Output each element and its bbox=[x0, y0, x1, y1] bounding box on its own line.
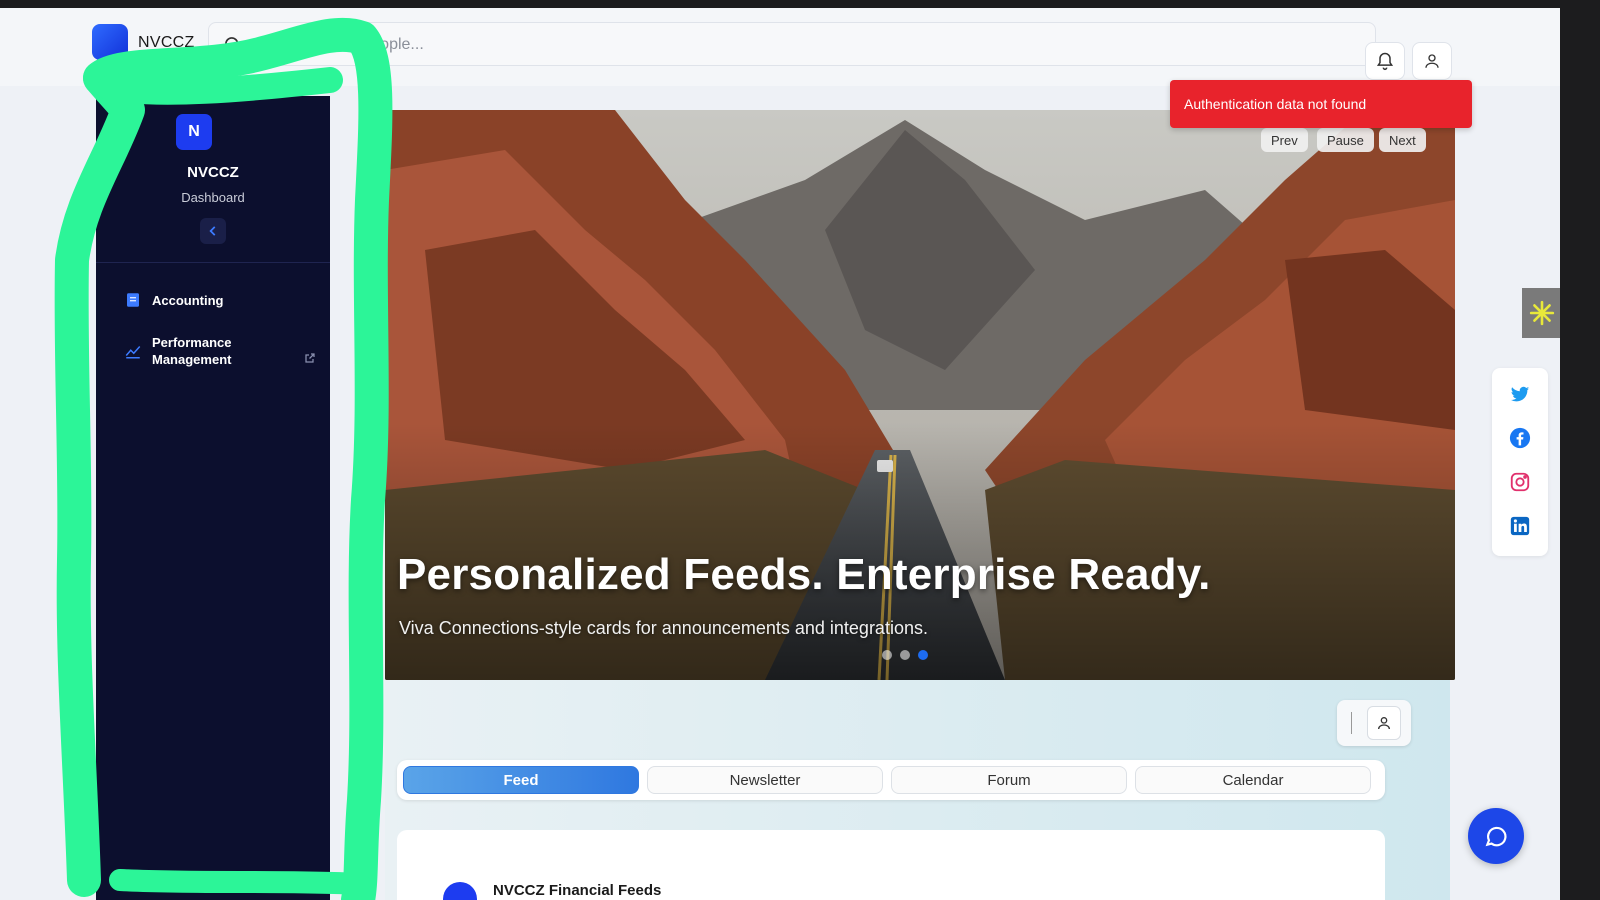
search-bar[interactable] bbox=[208, 22, 1376, 66]
tab-newsletter[interactable]: Newsletter bbox=[647, 766, 883, 794]
hero-carousel: Prev Pause Next Personalized Feeds. Ente… bbox=[385, 110, 1455, 680]
tab-calendar[interactable]: Calendar bbox=[1135, 766, 1371, 794]
sidebar-collapse-button[interactable] bbox=[200, 218, 226, 244]
search-input[interactable] bbox=[253, 33, 853, 57]
profile-button[interactable] bbox=[1412, 42, 1452, 80]
sidebar-title: NVCCZ bbox=[187, 164, 239, 181]
top-header: NVCCZ bbox=[0, 8, 1560, 86]
tab-forum[interactable]: Forum bbox=[891, 766, 1127, 794]
card-title: NVCCZ Financial Feeds bbox=[493, 882, 662, 899]
social-links bbox=[1492, 368, 1548, 556]
feed-card[interactable]: NVCCZ Financial Feeds bbox=[397, 830, 1385, 900]
sidebar-item-performance[interactable]: Performance Management bbox=[124, 334, 274, 368]
audience-button[interactable] bbox=[1367, 706, 1401, 740]
app-logo[interactable] bbox=[92, 24, 128, 60]
carousel-dot-active[interactable] bbox=[918, 650, 928, 660]
feed-tabs: Feed Newsletter Forum Calendar bbox=[397, 760, 1385, 800]
chevron-left-icon bbox=[209, 226, 216, 236]
card-avatar bbox=[443, 882, 477, 900]
twitter-icon bbox=[1510, 386, 1530, 402]
bell-icon bbox=[1376, 52, 1394, 71]
feed-panel: Feed Newsletter Forum Calendar NVCCZ Fin… bbox=[385, 680, 1450, 900]
carousel-next-button[interactable]: Next bbox=[1379, 128, 1426, 152]
carousel-pause-button[interactable]: Pause bbox=[1317, 128, 1374, 152]
sidebar: N NVCCZ Dashboard Accounting Performance… bbox=[96, 96, 330, 900]
notifications-button[interactable] bbox=[1365, 42, 1405, 80]
linkedin-icon bbox=[1510, 516, 1530, 536]
screen: NVCCZ N NVCCZ Dashboard Accounting Perfo… bbox=[0, 8, 1560, 900]
twitter-link[interactable] bbox=[1508, 382, 1532, 406]
audience-selector bbox=[1337, 700, 1411, 746]
user-icon bbox=[1425, 54, 1439, 68]
hero-title: Personalized Feeds. Enterprise Ready. bbox=[397, 550, 1211, 599]
error-toast: Authentication data not found bbox=[1170, 80, 1472, 128]
hero-subtitle: Viva Connections-style cards for announc… bbox=[399, 618, 928, 638]
search-icon bbox=[225, 37, 242, 54]
instagram-link[interactable] bbox=[1508, 470, 1532, 494]
external-link-icon[interactable] bbox=[304, 352, 316, 364]
carousel-dot[interactable] bbox=[900, 650, 910, 660]
facebook-link[interactable] bbox=[1508, 426, 1532, 450]
sidebar-avatar: N bbox=[176, 114, 212, 150]
chat-icon bbox=[1485, 826, 1507, 847]
instagram-icon bbox=[1510, 472, 1530, 492]
carousel-dot[interactable] bbox=[882, 650, 892, 660]
sidebar-item-accounting[interactable]: Accounting bbox=[124, 291, 224, 309]
sidebar-item-label: Performance Management bbox=[152, 335, 232, 367]
sidebar-subtitle: Dashboard bbox=[181, 190, 245, 205]
facebook-icon bbox=[1509, 427, 1531, 449]
sidebar-divider bbox=[96, 262, 330, 263]
sidebar-item-label: Accounting bbox=[152, 292, 224, 308]
tab-feed[interactable]: Feed bbox=[403, 766, 639, 794]
user-icon bbox=[1378, 717, 1390, 730]
carousel-indicators bbox=[882, 650, 928, 660]
carousel-prev-button[interactable]: Prev bbox=[1261, 128, 1308, 152]
linkedin-link[interactable] bbox=[1508, 514, 1532, 538]
chart-line-icon bbox=[125, 346, 141, 359]
sparkle-icon bbox=[1529, 300, 1555, 326]
chat-button[interactable] bbox=[1468, 808, 1524, 864]
app-name: NVCCZ bbox=[138, 34, 195, 51]
spark-widget-button[interactable] bbox=[1522, 288, 1560, 338]
document-icon bbox=[127, 293, 139, 307]
divider bbox=[1351, 712, 1352, 734]
